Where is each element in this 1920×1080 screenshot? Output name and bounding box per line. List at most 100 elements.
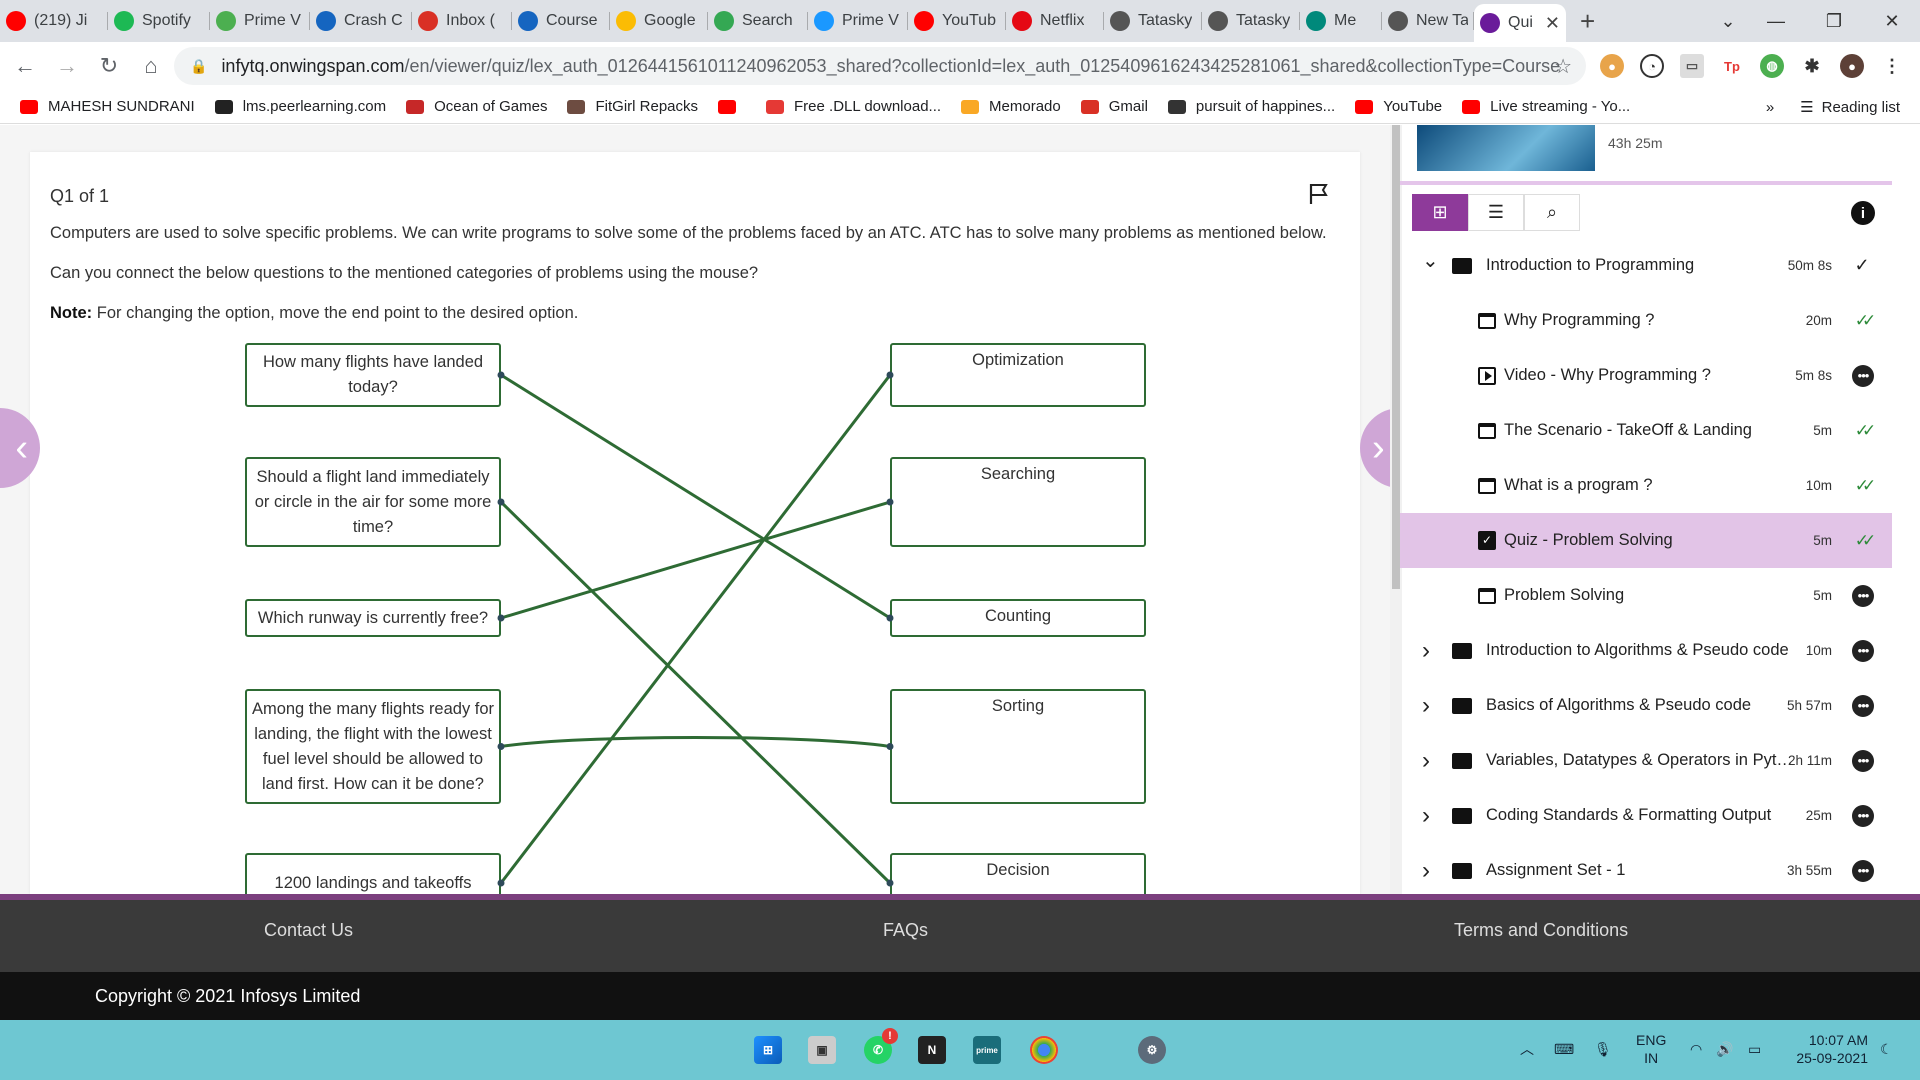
language-indicator[interactable]: ENG IN xyxy=(1636,1031,1666,1067)
bookmark-item[interactable]: Free .DLL download... xyxy=(766,98,941,115)
question-box[interactable]: Should a flight land immediately or circ… xyxy=(245,457,501,547)
browser-tab[interactable]: Prime V xyxy=(210,0,310,42)
toc-item[interactable]: › Variables, Datatypes & Operators in Pyt… xyxy=(1400,733,1892,788)
chevron-right-icon[interactable]: › xyxy=(1422,692,1430,720)
minimize-button[interactable]: — xyxy=(1748,0,1804,42)
chevron-right-icon[interactable]: › xyxy=(1422,802,1430,830)
new-tab-button[interactable]: + xyxy=(1580,6,1595,37)
speed-extension-icon[interactable]: ◔ xyxy=(1640,54,1664,78)
flag-icon[interactable] xyxy=(1308,182,1330,206)
windows-start-icon[interactable]: ⊞ xyxy=(754,1036,782,1064)
toc-item[interactable]: ✓ Quiz - Problem Solving 5m ✓✓ xyxy=(1400,513,1892,568)
restore-button[interactable]: ❐ xyxy=(1806,0,1862,42)
browser-tab[interactable]: Search xyxy=(708,0,808,42)
profile-avatar[interactable]: ● xyxy=(1840,54,1864,78)
more-options-icon[interactable]: ••• xyxy=(1852,584,1874,607)
browser-tab[interactable]: YouTub xyxy=(908,0,1006,42)
browser-tab[interactable]: Qui ✕ xyxy=(1474,4,1566,42)
chevron-right-icon[interactable]: › xyxy=(1422,857,1430,885)
notification-center-icon[interactable]: ☾ xyxy=(1880,1040,1893,1058)
volume-icon[interactable]: 🔊 xyxy=(1716,1040,1733,1058)
bookmark-item[interactable]: MAHESH SUNDRANI xyxy=(20,98,195,115)
browser-tab[interactable]: Spotify xyxy=(108,0,210,42)
question-box[interactable]: How many flights have landed today? xyxy=(245,343,501,407)
browser-tab[interactable]: New Ta xyxy=(1382,0,1474,42)
browser-tab[interactable]: Netflix xyxy=(1006,0,1104,42)
cookie-extension-icon[interactable]: ● xyxy=(1600,54,1624,78)
browser-tab[interactable]: Inbox ( xyxy=(412,0,512,42)
bookmark-item[interactable]: YouTube xyxy=(1355,98,1442,115)
prime-video-icon[interactable]: prime xyxy=(973,1036,1001,1064)
sidebar-scroll-thumb[interactable] xyxy=(1392,125,1400,589)
keyboard-icon[interactable]: ⌨ xyxy=(1554,1040,1574,1058)
more-bookmarks-icon[interactable]: » xyxy=(1766,99,1774,116)
browser-tab[interactable]: Course xyxy=(512,0,610,42)
browser-tab[interactable]: Me xyxy=(1300,0,1382,42)
chevron-right-icon[interactable]: › xyxy=(1422,747,1430,775)
toc-item[interactable]: › Assignment Set - 1 3h 55m ••• xyxy=(1400,843,1892,894)
clock[interactable]: 10:07 AM 25-09-2021 xyxy=(1792,1031,1868,1067)
menu-kebab-icon[interactable]: ⋮ xyxy=(1880,54,1904,78)
tp-extension-icon[interactable]: Tp xyxy=(1720,54,1744,78)
tray-chevron-icon[interactable]: ︿ xyxy=(1520,1040,1534,1058)
toc-item[interactable]: What is a program ? 10m ✓✓ xyxy=(1400,458,1892,513)
bookmark-item[interactable]: FitGirl Repacks xyxy=(567,98,698,115)
chevron-down-icon[interactable]: ⌄ xyxy=(1422,248,1439,273)
terms-link[interactable]: Terms and Conditions xyxy=(1454,920,1628,941)
more-options-icon[interactable]: ••• xyxy=(1852,694,1874,717)
toc-item[interactable]: ⌄ Introduction to Programming 50m 8s ✓ xyxy=(1400,238,1892,293)
contact-us-link[interactable]: Contact Us xyxy=(264,920,353,941)
faqs-link[interactable]: FAQs xyxy=(883,920,928,941)
back-icon[interactable]: ← xyxy=(8,53,42,79)
question-box[interactable]: Which runway is currently free? xyxy=(245,599,501,637)
address-bar[interactable]: 🔒 infytq.onwingspan.com/en/viewer/quiz/l… xyxy=(174,47,1586,85)
toc-item[interactable]: Problem Solving 5m ••• xyxy=(1400,568,1892,623)
bookmark-item[interactable]: Gmail xyxy=(1080,98,1148,115)
browser-tab[interactable]: Tatasky xyxy=(1104,0,1202,42)
toc-item[interactable]: › Basics of Algorithms & Pseudo code 5h 57… xyxy=(1400,678,1892,733)
more-options-icon[interactable]: ••• xyxy=(1852,804,1874,827)
question-box[interactable]: Among the many flights ready for landing… xyxy=(245,689,501,804)
globe-extension-icon[interactable]: ◍ xyxy=(1760,54,1784,78)
bookmark-item[interactable] xyxy=(718,99,746,114)
more-options-icon[interactable]: ••• xyxy=(1852,859,1874,882)
more-options-icon[interactable]: ••• xyxy=(1852,639,1874,662)
wifi-icon[interactable]: ◠ xyxy=(1690,1040,1702,1058)
bookmark-item[interactable]: pursuit of happines... xyxy=(1167,98,1335,115)
battery-icon[interactable]: ▭ xyxy=(1748,1040,1761,1058)
forward-icon[interactable]: → xyxy=(50,53,84,79)
toc-item[interactable]: Why Programming ? 20m ✓✓ xyxy=(1400,293,1892,348)
settings-gear-icon[interactable]: ⚙ xyxy=(1138,1036,1166,1064)
category-box[interactable]: Sorting xyxy=(890,689,1146,804)
toc-item[interactable]: › Introduction to Algorithms & Pseudo cod… xyxy=(1400,623,1892,678)
browser-tab[interactable]: Prime V xyxy=(808,0,908,42)
cast-extension-icon[interactable]: ▭ xyxy=(1680,54,1704,78)
more-options-icon[interactable]: ••• xyxy=(1852,749,1874,772)
notion-icon[interactable]: N xyxy=(918,1036,946,1064)
bookmark-item[interactable]: lms.peerlearning.com xyxy=(214,98,386,115)
search-button[interactable]: ⌕ xyxy=(1524,194,1580,231)
category-box[interactable]: Searching xyxy=(890,457,1146,547)
category-box[interactable]: Optimization xyxy=(890,343,1146,407)
bookmark-item[interactable]: Memorado xyxy=(961,98,1061,115)
list-view-button[interactable]: ☰ xyxy=(1468,194,1524,231)
info-icon[interactable]: i xyxy=(1851,201,1875,225)
microphone-icon[interactable]: 🎙 xyxy=(1594,1040,1612,1058)
tree-view-button[interactable]: ⊞ xyxy=(1412,194,1468,231)
browser-tab[interactable]: Google xyxy=(610,0,708,42)
category-box[interactable]: Counting xyxy=(890,599,1146,637)
home-icon[interactable]: ⌂ xyxy=(134,53,168,79)
close-tab-icon[interactable]: ✕ xyxy=(1545,13,1560,34)
bookmark-star-icon[interactable]: ☆ xyxy=(1554,54,1572,79)
extensions-puzzle-icon[interactable]: ✱ xyxy=(1800,54,1824,78)
reload-icon[interactable]: ↻ xyxy=(92,53,126,79)
toc-item[interactable]: › Coding Standards & Formatting Output 25m… xyxy=(1400,788,1892,843)
toc-item[interactable]: The Scenario - TakeOff & Landing 5m ✓✓ xyxy=(1400,403,1892,458)
bookmark-item[interactable]: Live streaming - Yo... xyxy=(1462,98,1630,115)
browser-tab[interactable]: Crash C xyxy=(310,0,412,42)
bookmark-item[interactable]: Ocean of Games xyxy=(406,98,547,115)
category-box[interactable]: Decision xyxy=(890,853,1146,894)
more-options-icon[interactable]: ••• xyxy=(1852,364,1874,387)
question-box[interactable]: 1200 landings and takeoffs xyxy=(245,853,501,894)
chrome-icon[interactable] xyxy=(1030,1036,1058,1064)
